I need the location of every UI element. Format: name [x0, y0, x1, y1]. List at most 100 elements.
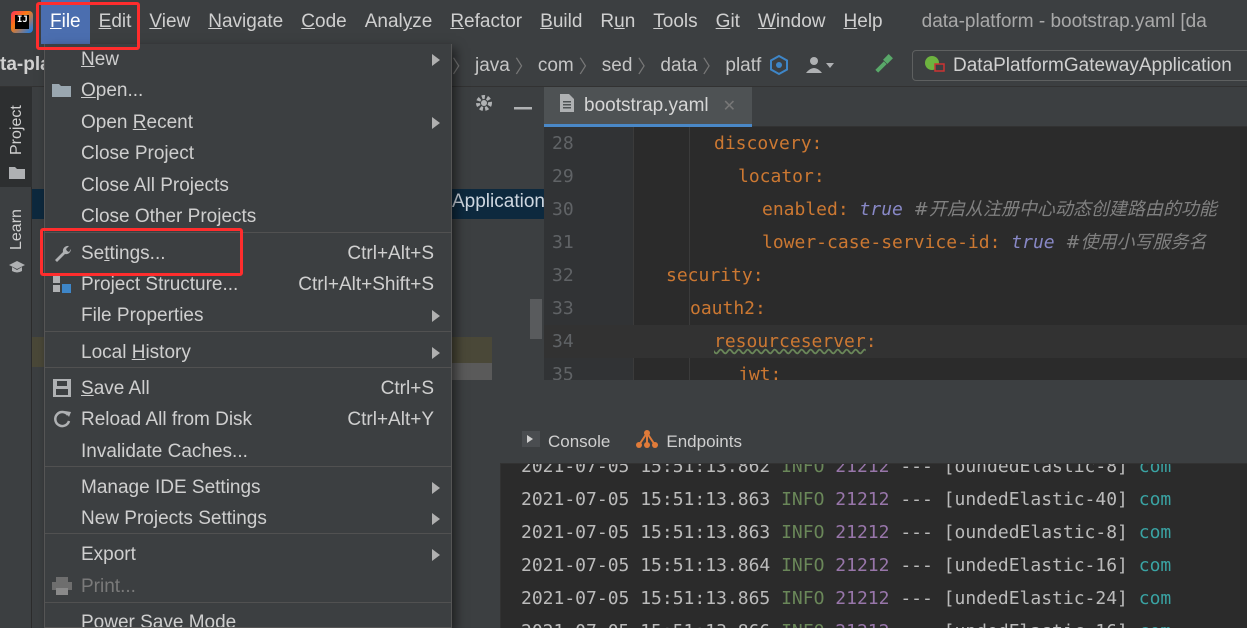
breadcrumb-item[interactable]: com	[533, 55, 579, 77]
file-menu-item-label: New	[81, 48, 120, 70]
file-menu-close-other-projects[interactable]: Close Other Projects	[45, 201, 451, 232]
file-menu-item-label: Local History	[81, 341, 191, 363]
menu-separator	[45, 602, 451, 603]
breadcrumb-item[interactable]: sed	[597, 55, 638, 77]
log-class: com	[1138, 522, 1172, 543]
file-menu-open[interactable]: Open...	[45, 75, 451, 106]
breadcrumb-item[interactable]: data	[655, 55, 702, 77]
project-structure-icon	[51, 273, 73, 295]
file-menu-print: Print...	[45, 571, 451, 602]
submenu-arrow-icon	[432, 549, 440, 561]
project-scrollbar-thumb[interactable]	[530, 299, 542, 339]
file-menu-new-projects-settings[interactable]: New Projects Settings	[45, 503, 451, 534]
line-number: 28	[552, 133, 574, 154]
file-menu-item-label: Close All Projects	[81, 174, 229, 196]
menu-run[interactable]: Run	[591, 0, 644, 44]
editor-tab-bar: bootstrap.yaml ✕	[544, 87, 1247, 127]
code-text: jwt:	[738, 364, 782, 380]
code-line: 31 lower-case-service-id: true #使用小写服务名	[544, 226, 1247, 259]
breadcrumb-item[interactable]: platf	[720, 55, 766, 77]
run-configuration-dropdown[interactable]: DataPlatformGatewayApplication	[912, 50, 1247, 81]
code-line: 34 resourceserver:	[544, 325, 1247, 358]
learn-tool-tab-label: Learn	[8, 209, 25, 250]
menu-file[interactable]: File	[41, 0, 90, 44]
file-menu-save-all[interactable]: Save All Ctrl+S	[45, 373, 451, 404]
file-menu-new[interactable]: New	[45, 44, 451, 75]
log-class: com	[1138, 489, 1172, 510]
intellij-logo-icon: IJ	[11, 11, 33, 33]
file-menu-local-history[interactable]: Local History	[45, 337, 451, 368]
file-menu-project-structure[interactable]: Project Structure... Ctrl+Alt+Shift+S	[45, 269, 451, 300]
file-menu-file-properties[interactable]: File Properties	[45, 300, 451, 331]
tab-endpoints[interactable]: Endpoints	[636, 429, 742, 454]
file-menu-manage-ide-settings[interactable]: Manage IDE Settings	[45, 472, 451, 503]
menu-refactor[interactable]: Refactor	[441, 0, 531, 44]
file-menu-power-save-mode[interactable]: Power Save Mode	[45, 607, 451, 628]
menu-separator	[45, 367, 451, 368]
wrench-icon	[51, 242, 73, 264]
menu-edit[interactable]: Edit	[90, 0, 141, 44]
menu-build[interactable]: Build	[531, 0, 591, 44]
file-menu-settings[interactable]: Settings... Ctrl+Alt+S	[45, 238, 451, 269]
log-timestamp: 2021-07-05 15:51:13.865	[521, 588, 771, 609]
console-icon	[522, 431, 540, 452]
learn-tool-tab[interactable]: Learn	[0, 202, 32, 282]
line-number: 35	[552, 364, 574, 380]
log-pid: 21212	[835, 588, 890, 609]
graduation-cap-icon	[9, 258, 25, 280]
code-editor[interactable]: 28 discovery: 29 locator: 30 enabled: true #开…	[544, 127, 1247, 380]
file-menu-invalidate-caches[interactable]: Invalidate Caches...	[45, 436, 451, 467]
menu-items: File Edit View Navigate Code Analyze Refactor B…	[41, 0, 892, 44]
menu-git[interactable]: Git	[707, 0, 749, 44]
log-level: INFO	[781, 588, 825, 609]
log-class: com	[1138, 464, 1172, 477]
menu-tools[interactable]: Tools	[644, 0, 706, 44]
console-output[interactable]: 2021-07-05 15:51:13.862 INFO 21212 --- […	[500, 464, 1247, 628]
project-tree-row-label: Application	[452, 191, 545, 212]
menu-view[interactable]: View	[140, 0, 199, 44]
breadcrumb-separator: 〉	[578, 57, 597, 77]
menu-help[interactable]: Help	[835, 0, 892, 44]
menu-analyze[interactable]: Analyze	[356, 0, 442, 44]
log-class: com	[1138, 588, 1172, 609]
minimize-icon[interactable]	[514, 95, 532, 117]
breadcrumb-separator: 〉	[452, 57, 470, 77]
tab-console[interactable]: Console	[522, 431, 610, 452]
code-text: enabled: true #开启从注册中心动态创建路由的功能	[762, 199, 1217, 220]
breadcrumb-item[interactable]: java	[470, 55, 515, 77]
reload-icon	[51, 408, 73, 430]
close-icon[interactable]: ✕	[723, 96, 736, 116]
build-hammer-icon[interactable]	[872, 53, 896, 83]
user-dropdown-icon[interactable]	[804, 54, 838, 82]
tab-label: bootstrap.yaml	[584, 94, 709, 116]
menu-navigate[interactable]: Navigate	[199, 0, 292, 44]
file-menu-item-label: Power Save Mode	[81, 611, 237, 628]
file-menu-close-all-projects[interactable]: Close All Projects	[45, 170, 451, 201]
folder-icon	[51, 79, 73, 101]
run-configuration-label: DataPlatformGatewayApplication	[953, 54, 1232, 76]
log-timestamp: 2021-07-05 15:51:13.863	[521, 489, 771, 510]
project-tool-tab[interactable]: Project	[0, 87, 32, 187]
file-menu-item-label: File Properties	[81, 304, 204, 326]
log-class: com	[1138, 555, 1172, 576]
line-number: 32	[552, 265, 574, 286]
log-level: INFO	[781, 464, 825, 477]
submenu-arrow-icon	[432, 347, 440, 359]
log-line: 2021-07-05 15:51:13.863 INFO 21212 --- […	[521, 489, 1172, 510]
menu-code[interactable]: Code	[292, 0, 355, 44]
file-menu-close-project[interactable]: Close Project	[45, 138, 451, 169]
gear-icon[interactable]	[474, 93, 494, 119]
file-menu-export[interactable]: Export	[45, 539, 451, 570]
file-menu-reload-all-from-disk[interactable]: Reload All from Disk Ctrl+Alt+Y	[45, 404, 451, 435]
menu-window[interactable]: Window	[749, 0, 835, 44]
tab-bootstrap-yaml[interactable]: bootstrap.yaml ✕	[544, 87, 752, 127]
module-icon[interactable]	[768, 54, 790, 82]
log-level: INFO	[781, 621, 824, 628]
file-menu-open-recent[interactable]: Open Recent	[45, 107, 451, 138]
file-icon	[560, 93, 574, 118]
line-number: 33	[552, 298, 574, 319]
run-tool-tabs: Console Endpoints	[500, 420, 1247, 464]
tab-endpoints-label: Endpoints	[666, 431, 742, 451]
file-menu-item-label: Close Project	[81, 142, 194, 164]
line-number: 31	[552, 232, 574, 253]
